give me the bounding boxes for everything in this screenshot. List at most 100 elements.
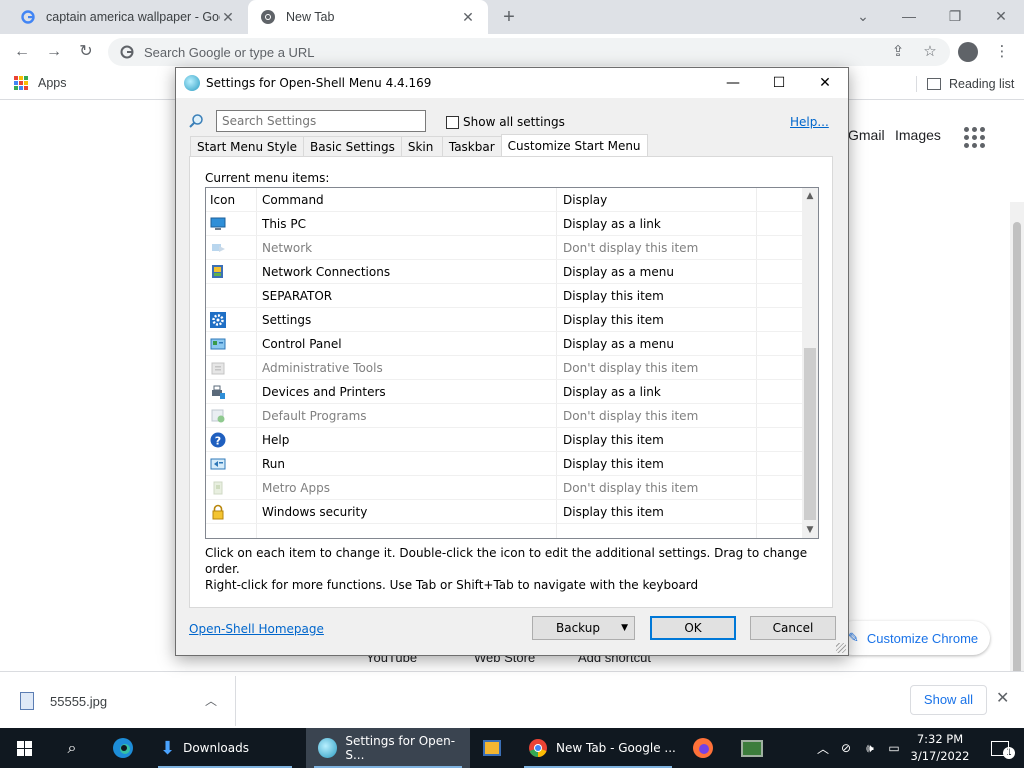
lock-icon[interactable]	[210, 504, 226, 520]
tab-new-tab[interactable]: New Tab ✕	[248, 0, 488, 34]
maximize-button[interactable]: ☐	[756, 68, 802, 98]
display-cell[interactable]: Display as a menu	[563, 332, 758, 356]
tab-captain-america[interactable]: captain america wallpaper - Goo ✕	[8, 0, 248, 34]
list-item-network-connections[interactable]: Network Connections Display as a menu	[206, 260, 802, 284]
search-settings-input[interactable]	[216, 110, 426, 132]
menu-kebab-icon[interactable]: ⋮	[990, 40, 1014, 64]
reading-list[interactable]: Reading list	[916, 76, 1014, 92]
resize-grip[interactable]	[836, 643, 846, 653]
gear-icon[interactable]	[210, 312, 226, 328]
homepage-link[interactable]: Open-Shell Homepage	[189, 622, 324, 636]
customize-chrome-button[interactable]: ✎ Customize Chrome	[836, 621, 990, 655]
list-item-default-programs[interactable]: Default Programs Don't display this item	[206, 404, 802, 428]
search-icon[interactable]: ⌕	[48, 728, 96, 768]
volume-icon[interactable]: 🕪	[858, 741, 882, 756]
checkbox-box[interactable]	[446, 115, 459, 129]
list-item-devices-printers[interactable]: Devices and Printers Display as a link	[206, 380, 802, 404]
new-tab-button[interactable]: +	[498, 6, 520, 28]
taskbar-chrome[interactable]: New Tab - Google ...	[516, 728, 680, 768]
scroll-up-icon[interactable]: ▲	[802, 188, 818, 204]
omnibox[interactable]: Search Google or type a URL	[108, 38, 950, 66]
run-icon[interactable]	[210, 456, 226, 472]
forward-button[interactable]: →	[42, 40, 66, 64]
network-status-icon[interactable]: ⊘	[834, 741, 858, 755]
column-header-command[interactable]: Command	[262, 188, 557, 212]
control-panel-icon[interactable]	[210, 336, 226, 352]
tab-taskbar[interactable]: Taskbar	[441, 136, 502, 156]
images-link[interactable]: Images	[895, 127, 941, 143]
profile-avatar-icon[interactable]	[958, 42, 978, 62]
restore-button[interactable]: ❐	[932, 0, 978, 34]
minimize-button[interactable]: —	[710, 68, 756, 98]
display-cell[interactable]: Don't display this item	[563, 236, 758, 260]
gmail-link[interactable]: Gmail	[848, 127, 885, 143]
help-icon[interactable]: ?	[210, 432, 226, 448]
chevron-up-icon[interactable]: ︿	[812, 740, 834, 757]
display-cell[interactable]: Display this item	[563, 284, 758, 308]
backup-button[interactable]: Backup ▼	[532, 616, 635, 640]
list-item-this-pc[interactable]: This PC Display as a link	[206, 212, 802, 236]
display-cell[interactable]: Don't display this item	[563, 476, 758, 500]
minimize-button[interactable]: —	[886, 0, 932, 34]
list-item-settings[interactable]: Settings Display this item	[206, 308, 802, 332]
list-item-run[interactable]: Run Display this item	[206, 452, 802, 476]
clock[interactable]: 7:32 PM 3/17/2022	[900, 731, 980, 765]
back-button[interactable]: ←	[10, 40, 34, 64]
taskbar-downloads[interactable]: ⬇ Downloads	[150, 728, 300, 768]
tab-basic-settings[interactable]: Basic Settings	[303, 136, 402, 156]
scrollbar-thumb[interactable]	[804, 348, 816, 520]
network-icon[interactable]	[210, 240, 226, 256]
tab-customize-start-menu[interactable]: Customize Start Menu	[500, 134, 648, 156]
edge-icon[interactable]	[100, 728, 146, 768]
list-item-control-panel[interactable]: Control Panel Display as a menu	[206, 332, 802, 356]
display-cell[interactable]: Display as a link	[563, 380, 758, 404]
bookmark-star-icon[interactable]: ☆	[918, 40, 942, 64]
monitor-icon[interactable]	[210, 216, 226, 232]
list-item-network[interactable]: Network Don't display this item	[206, 236, 802, 260]
display-cell[interactable]: Display this item	[563, 500, 758, 524]
display-cell[interactable]: Don't display this item	[563, 356, 758, 380]
google-apps-icon[interactable]	[964, 127, 985, 148]
download-item[interactable]: 55555.jpg ︿	[6, 676, 236, 726]
help-link[interactable]: Help...	[790, 115, 829, 129]
metro-apps-icon[interactable]	[210, 480, 226, 496]
close-icon[interactable]: ✕	[996, 688, 1009, 708]
apps-shortcut[interactable]: Apps	[14, 76, 67, 90]
media-player-icon[interactable]	[472, 728, 512, 768]
close-tab-icon[interactable]: ✕	[460, 9, 476, 26]
display-cell[interactable]: Don't display this item	[563, 404, 758, 428]
show-all-settings-checkbox[interactable]: Show all settings	[446, 115, 565, 129]
tab-skin[interactable]: Skin	[400, 136, 443, 156]
display-cell[interactable]: Display this item	[563, 308, 758, 332]
network-connections-icon[interactable]	[210, 264, 226, 280]
display-cell[interactable]: Display as a link	[563, 212, 758, 236]
menu-items-list[interactable]: Icon Command Display This PC Display as …	[205, 187, 819, 539]
tab-start-menu-style[interactable]: Start Menu Style	[190, 136, 305, 156]
close-window-button[interactable]: ✕	[978, 0, 1024, 34]
list-item-metro-apps[interactable]: Metro Apps Don't display this item	[206, 476, 802, 500]
start-button[interactable]	[0, 728, 48, 768]
close-tab-icon[interactable]: ✕	[220, 9, 236, 26]
printer-icon[interactable]	[210, 384, 226, 400]
ok-button[interactable]: OK	[650, 616, 736, 640]
notification-center[interactable]: 1	[982, 728, 1024, 768]
terminal-app-icon[interactable]	[730, 728, 774, 768]
column-header-display[interactable]: Display	[563, 188, 758, 212]
firefox-icon[interactable]	[682, 728, 724, 768]
column-header-icon[interactable]: Icon	[210, 188, 254, 212]
display-cell[interactable]: Display this item	[563, 452, 758, 476]
list-scrollbar[interactable]: ▲ ▼	[802, 188, 818, 538]
cancel-button[interactable]: Cancel	[750, 616, 836, 640]
admin-tools-icon[interactable]	[210, 360, 226, 376]
reload-button[interactable]: ↻	[74, 40, 98, 64]
show-all-button[interactable]: Show all	[910, 685, 987, 715]
scroll-down-icon[interactable]: ▼	[802, 522, 818, 538]
list-item-windows-security[interactable]: Windows security Display this item	[206, 500, 802, 524]
chevron-up-icon[interactable]: ︿	[205, 692, 217, 709]
taskbar-open-shell-settings[interactable]: Settings for Open-S...	[306, 728, 470, 768]
tab-search-icon[interactable]: ⌄	[840, 0, 886, 34]
display-cell[interactable]: Display as a menu	[563, 260, 758, 284]
default-programs-icon[interactable]	[210, 408, 226, 424]
list-item-help[interactable]: ? Help Display this item	[206, 428, 802, 452]
share-icon[interactable]: ⇪	[886, 40, 910, 64]
